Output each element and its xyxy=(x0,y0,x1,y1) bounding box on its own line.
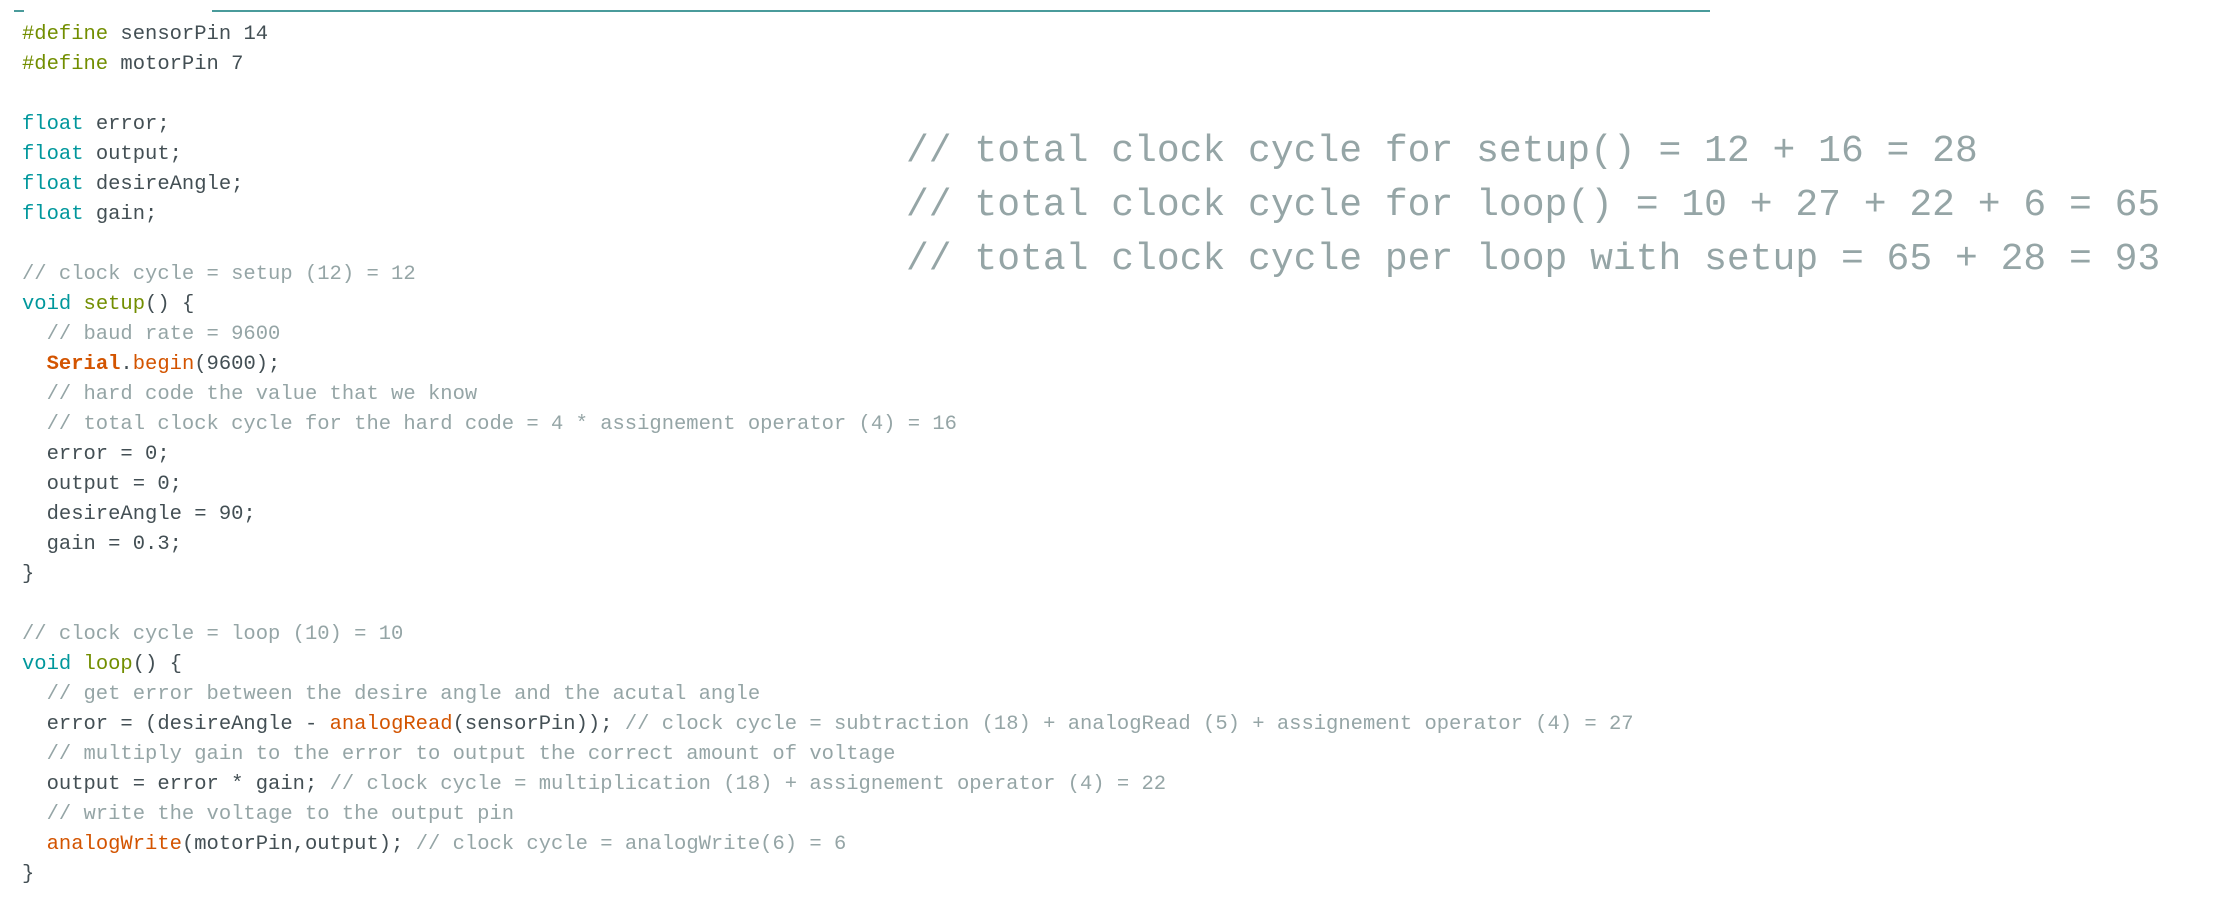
code-line: } xyxy=(22,860,1634,890)
code-token-plain: () { xyxy=(145,293,195,316)
code-token-comment: // multiply gain to the error to output … xyxy=(22,743,896,766)
code-line: output = error * gain; // clock cycle = … xyxy=(22,770,1634,800)
code-token-comment: // baud rate = 9600 xyxy=(22,323,281,346)
code-token-comment: // total clock cycle for the hard code =… xyxy=(22,413,957,436)
code-token-preproc: setup xyxy=(83,293,146,316)
code-line: // baud rate = 9600 xyxy=(22,320,1634,350)
code-token-type: void xyxy=(22,293,72,316)
code-line: #define motorPin 7 xyxy=(22,50,1634,80)
code-token-plain: (motorPin,output); xyxy=(181,833,416,856)
code-token-plain: (9600); xyxy=(194,353,281,376)
code-line: // multiply gain to the error to output … xyxy=(22,740,1634,770)
code-line: void loop() { xyxy=(22,650,1634,680)
code-token-func: analogWrite xyxy=(46,833,182,856)
code-token-plain: . xyxy=(120,353,133,376)
code-token-class: Serial xyxy=(46,353,121,376)
code-token-plain: sensorPin 14 xyxy=(108,23,269,46)
code-line: // write the voltage to the output pin xyxy=(22,800,1634,830)
code-line: // total clock cycle for the hard code =… xyxy=(22,410,1634,440)
code-token-plain: gain = 0.3; xyxy=(22,533,182,556)
code-token-plain: (sensorPin)); xyxy=(452,713,625,736)
code-token-plain: gain; xyxy=(83,203,158,226)
total-with-setup-comment: // total clock cycle per loop with setup… xyxy=(906,238,2161,281)
code-token-comment: // clock cycle = analogWrite(6) = 6 xyxy=(415,833,847,856)
code-token-comment: // clock cycle = setup (12) = 12 xyxy=(22,263,416,286)
code-token-preproc: #define xyxy=(22,53,109,76)
code-token-type: float xyxy=(22,203,84,226)
code-line: // get error between the desire angle an… xyxy=(22,680,1634,710)
code-line: analogWrite(motorPin,output); // clock c… xyxy=(22,830,1634,860)
code-line: #define sensorPin 14 xyxy=(22,20,1634,50)
code-token-plain: output = 0; xyxy=(22,473,182,496)
code-token-plain: error = 0; xyxy=(22,443,170,466)
code-token-func: begin xyxy=(132,353,195,376)
code-token-preproc: loop xyxy=(83,653,133,676)
code-token-func: analogRead xyxy=(329,713,453,736)
code-token-plain: output = error * gain; xyxy=(22,773,330,796)
code-line: error = 0; xyxy=(22,440,1634,470)
code-line: output = 0; xyxy=(22,470,1634,500)
code-token-type: float xyxy=(22,173,84,196)
code-token-comment: // clock cycle = loop (10) = 10 xyxy=(22,623,404,646)
editor-tab-indicator xyxy=(14,10,24,12)
code-line: error = (desireAngle - analogRead(sensor… xyxy=(22,710,1634,740)
code-token-plain: } xyxy=(22,863,35,886)
code-line: desireAngle = 90; xyxy=(22,500,1634,530)
total-loop-comment: // total clock cycle for loop() = 10 + 2… xyxy=(906,184,2161,227)
code-token-comment: // clock cycle = subtraction (18) + anal… xyxy=(624,713,1634,736)
code-token-plain: error; xyxy=(83,113,170,136)
code-line: void setup() { xyxy=(22,290,1634,320)
code-token-comment: // get error between the desire angle an… xyxy=(22,683,761,706)
total-setup-comment: // total clock cycle for setup() = 12 + … xyxy=(906,130,1978,173)
code-line: } xyxy=(22,560,1634,590)
code-token-comment: // write the voltage to the output pin xyxy=(22,803,515,826)
code-token-plain: () { xyxy=(132,653,182,676)
code-token-type: void xyxy=(22,653,72,676)
code-token-plain: } xyxy=(22,563,35,586)
code-token-plain: desireAngle = 90; xyxy=(22,503,256,526)
code-token-preproc: #define xyxy=(22,23,109,46)
code-token-plain: error = (desireAngle - xyxy=(22,713,330,736)
clock-cycle-totals: // total clock cycle for setup() = 12 + … xyxy=(906,125,2160,287)
code-token-comment: // clock cycle = multiplication (18) + a… xyxy=(329,773,1167,796)
code-line: // hard code the value that we know xyxy=(22,380,1634,410)
code-token-plain: motorPin 7 xyxy=(108,53,244,76)
editor-top-border xyxy=(212,10,1710,12)
code-line: // clock cycle = loop (10) = 10 xyxy=(22,620,1634,650)
code-token-plain: output; xyxy=(83,143,182,166)
code-token-plain: desireAngle; xyxy=(83,173,244,196)
code-token-comment: // hard code the value that we know xyxy=(22,383,478,406)
code-token-type: float xyxy=(22,113,84,136)
code-token-type: float xyxy=(22,143,84,166)
code-line: gain = 0.3; xyxy=(22,530,1634,560)
code-line: Serial.begin(9600); xyxy=(22,350,1634,380)
